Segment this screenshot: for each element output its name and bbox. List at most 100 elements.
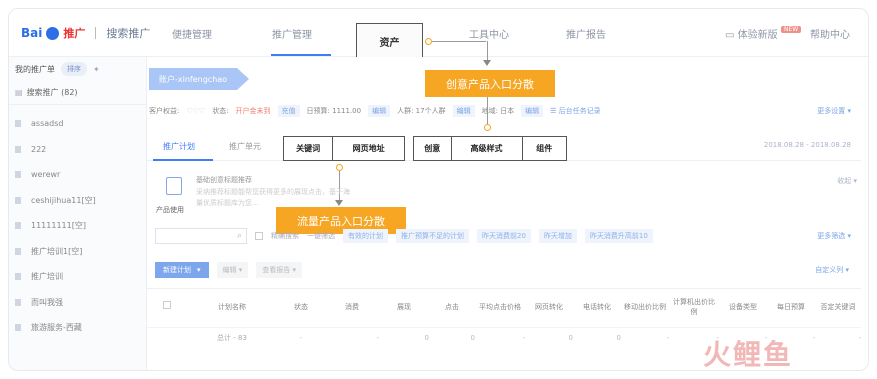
tab-promotion-plan[interactable]: 推广计划	[163, 141, 195, 152]
baidu-logo[interactable]: Bai 推广 搜索推广	[21, 23, 150, 43]
filter-chip[interactable]: 昨天消费升高前10	[584, 229, 653, 243]
new-plan-label: 新建计划	[163, 266, 191, 274]
sidebar: 我的推广单 排序 ✦ ▤ 搜索推广 (82) assadsd 222 werew…	[9, 57, 147, 370]
more-filters-link[interactable]: 更多筛选 ▾	[817, 231, 861, 241]
tab-creative[interactable]: 创意	[414, 137, 452, 160]
column-header[interactable]: 每日预算	[767, 302, 815, 312]
connector-line	[432, 41, 486, 42]
plan-icon	[15, 222, 21, 230]
search-input[interactable]: ⌕	[155, 228, 247, 244]
column-header[interactable]: 计划名称	[187, 302, 277, 312]
suggestion-line-2: 量优质标题库为您...	[196, 199, 259, 207]
nav-assets-label: 资产	[379, 38, 400, 49]
filter-chip[interactable]: 有效的计划	[343, 229, 388, 243]
tab-promotion-unit[interactable]: 推广单元	[229, 141, 261, 152]
sidebar-item[interactable]: 11111111[空]	[9, 213, 146, 239]
table-cell: 0	[616, 333, 621, 342]
date-range-picker[interactable]: 2018.08.28 - 2018.08.28	[764, 141, 851, 149]
nav-convenient-management[interactable]: 便捷管理	[172, 26, 212, 41]
view-report-label: 查看报告	[262, 266, 291, 274]
sidebar-item[interactable]: assadsd	[9, 111, 146, 137]
logo-product-text: 推广	[63, 27, 86, 40]
sidebar-item[interactable]: ceshijihua11[空]	[9, 188, 146, 214]
custom-columns-link[interactable]: 自定义列 ▾	[815, 265, 861, 275]
edit-region-link[interactable]: 编辑	[521, 105, 544, 117]
select-all-checkbox[interactable]	[147, 301, 187, 312]
nav-active-indicator	[271, 54, 331, 56]
task-log-label: 后台任务记录	[558, 107, 601, 115]
crowd-label: 人群: 17个人群	[397, 107, 446, 115]
highlight-group-creative: 创意 高级样式 组件	[413, 136, 567, 161]
pin-icon[interactable]: ✦	[93, 65, 100, 74]
sort-button[interactable]: 排序	[61, 62, 87, 76]
rights-label: 客户权益:	[149, 107, 180, 115]
baidu-paw-icon	[46, 26, 60, 40]
column-header[interactable]: 移动出价比例	[621, 302, 669, 312]
table-cell: -	[299, 333, 303, 342]
table-header: 计划名称 状态 消费 展现 点击 平均点击价格 网页转化 电话转化 移动出价比例…	[147, 288, 861, 324]
sidebar-group[interactable]: ▤ 搜索推广 (82)	[9, 81, 146, 105]
column-header[interactable]: 消费	[325, 302, 379, 312]
sidebar-item[interactable]: 而叫我强	[9, 290, 146, 316]
document-icon	[166, 177, 182, 195]
sidebar-item[interactable]: 旅游服务-西藏	[9, 315, 146, 341]
nav-promotion-report[interactable]: 推广报告	[566, 26, 606, 41]
plan-icon	[15, 298, 21, 306]
sidebar-item-label: werewr	[31, 170, 61, 180]
sidebar-item[interactable]: 222	[9, 137, 146, 163]
new-version-link[interactable]: ▭ 体验新版	[725, 26, 778, 41]
nav-tool-center[interactable]: 工具中心	[469, 26, 509, 41]
column-header[interactable]: 电话转化	[573, 302, 621, 312]
edit-budget-link[interactable]: 编辑	[368, 105, 391, 117]
arrow-down-icon	[483, 60, 491, 66]
column-header[interactable]: 网页转化	[525, 302, 573, 312]
sidebar-item-label: 推广培训	[31, 272, 63, 282]
filter-chip[interactable]: 推广预算不足的计划	[396, 229, 469, 243]
sidebar-title: 我的推广单	[15, 64, 55, 74]
column-header[interactable]: 点击	[429, 302, 475, 312]
table-cell: 0	[470, 333, 475, 342]
exact-search-label: 精确搜索	[271, 232, 299, 240]
sidebar-item-label: assadsd	[31, 119, 64, 129]
column-header[interactable]: 否定关键词	[815, 302, 861, 312]
tab-landing-url[interactable]: 网页地址	[333, 137, 404, 160]
callout-dot-creative	[484, 124, 491, 131]
tab-keywords[interactable]: 关键词	[284, 137, 334, 160]
plan-icon	[15, 120, 21, 128]
status-label: 状态:	[212, 107, 229, 115]
account-breadcrumb[interactable]: 账户-xinfengchao	[149, 68, 249, 90]
exact-search-checkbox[interactable]	[255, 232, 263, 240]
table-cell: -	[376, 333, 379, 342]
more-settings-link[interactable]: 更多设置 ▾	[817, 106, 851, 116]
sidebar-item[interactable]: werewr	[9, 162, 146, 188]
account-info-row: 客户权益: ♡♡♡ 状态: 开户金未到 充值 日预算: 1111.00 编辑 人…	[149, 104, 861, 118]
new-plan-button[interactable]: 新建计划 ▾	[155, 262, 209, 278]
task-log-link[interactable]: ☰ 后台任务记录	[550, 106, 601, 116]
column-header[interactable]: 状态	[277, 302, 325, 312]
tab-component[interactable]: 组件	[523, 137, 566, 160]
edit-crowd-link[interactable]: 编辑	[452, 105, 475, 117]
sidebar-item-label: ceshijihua11[空]	[31, 195, 96, 205]
sidebar-item[interactable]: 推广培训1[空]	[9, 239, 146, 265]
recharge-link[interactable]: 充值	[277, 105, 300, 117]
new-version-label: 体验新版	[737, 30, 778, 41]
column-header[interactable]: 展现	[379, 302, 429, 312]
more-filters-label: 更多筛选	[817, 232, 846, 240]
nav-promotion-management[interactable]: 推广管理	[272, 26, 312, 41]
column-header[interactable]: 设备类型	[719, 302, 767, 312]
tab-active-indicator	[153, 159, 213, 161]
edit-button[interactable]: 编辑 ▾	[216, 262, 249, 278]
collapse-link[interactable]: 收起 ▾	[837, 176, 857, 186]
collapse-label: 收起	[837, 177, 852, 185]
tab-advanced-style[interactable]: 高级样式	[452, 137, 523, 160]
table-cell: 总计 - 83	[217, 333, 247, 342]
status-value: 开户金未到	[235, 107, 271, 115]
filter-chip[interactable]: 昨天增加	[538, 229, 577, 243]
view-report-button[interactable]: 查看报告 ▾	[256, 262, 303, 278]
column-header[interactable]: 计算机出价比例	[669, 297, 719, 317]
filter-chip[interactable]: 昨天消费前20	[477, 229, 531, 243]
sidebar-item[interactable]: 推广培训	[9, 264, 146, 290]
nav-assets-highlight[interactable]: 资产	[356, 23, 423, 60]
column-header[interactable]: 平均点击价格	[475, 302, 525, 312]
help-center-link[interactable]: 帮助中心	[810, 26, 850, 41]
